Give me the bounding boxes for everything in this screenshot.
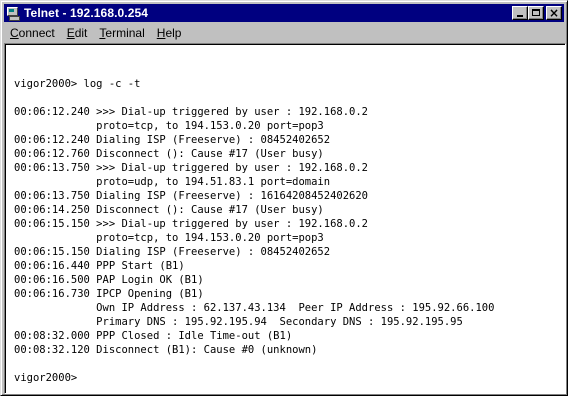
title-buttons: × (512, 6, 562, 20)
close-button[interactable]: × (546, 6, 562, 20)
terminal-line: 00:06:14.250 Disconnect (): Cause #17 (U… (14, 204, 324, 216)
terminal-line: 00:06:16.730 IPCP Opening (B1) (14, 288, 204, 300)
terminal-line: proto=tcp, to 194.153.0.20 port=pop3 (14, 232, 324, 244)
terminal-line: 00:06:15.150 Dialing ISP (Freeserve) : 0… (14, 246, 331, 258)
terminal-line: 00:06:13.750 >>> Dial-up triggered by us… (14, 162, 369, 174)
minimize-icon (517, 15, 523, 17)
maximize-button[interactable] (528, 6, 544, 20)
terminal-line: Own IP Address : 62.137.43.134 Peer IP A… (14, 302, 495, 314)
menu-terminal[interactable]: Terminal (93, 24, 150, 42)
terminal-line: 00:06:12.760 Disconnect (): Cause #17 (U… (14, 148, 324, 160)
terminal-output: vigor2000> log -c -t 00:06:12.240 >>> Di… (14, 77, 494, 385)
terminal-line: proto=tcp, to 194.153.0.20 port=pop3 (14, 120, 324, 132)
terminal-line: 00:06:15.150 >>> Dial-up triggered by us… (14, 218, 369, 230)
menu-edit[interactable]: Edit (61, 24, 94, 42)
title-bar[interactable]: Telnet - 192.168.0.254 × (4, 4, 564, 22)
terminal-line: 00:08:32.120 Disconnect (B1): Cause #0 (… (14, 344, 318, 356)
maximize-icon (532, 9, 540, 16)
menu-help[interactable]: Help (151, 24, 188, 42)
terminal-line: 00:06:16.440 PPP Start (B1) (14, 260, 185, 272)
telnet-computer-icon[interactable] (6, 6, 20, 21)
menu-bar: Connect Edit Terminal Help (4, 23, 564, 42)
terminal-line: vigor2000> log -c -t (14, 78, 141, 90)
terminal-line: proto=udp, to 194.51.83.1 port=domain (14, 176, 331, 188)
menu-connect[interactable]: Connect (4, 24, 61, 42)
terminal-line: 00:06:13.750 Dialing ISP (Freeserve) : 1… (14, 190, 369, 202)
terminal-line: 00:06:16.500 PAP Login OK (B1) (14, 274, 204, 286)
terminal-prompt: vigor2000> (14, 372, 78, 384)
close-icon: × (548, 6, 560, 20)
window-title: Telnet - 192.168.0.254 (24, 6, 149, 20)
terminal-line: 00:08:32.000 PPP Closed : Idle Time-out … (14, 330, 293, 342)
terminal-screen[interactable]: vigor2000> log -c -t 00:06:12.240 >>> Di… (4, 43, 566, 394)
terminal-line: 00:06:12.240 Dialing ISP (Freeserve) : 0… (14, 134, 331, 146)
minimize-button[interactable] (512, 6, 528, 20)
terminal-line: Primary DNS : 195.92.195.94 Secondary DN… (14, 316, 463, 328)
terminal-line: 00:06:12.240 >>> Dial-up triggered by us… (14, 106, 369, 118)
telnet-window: Telnet - 192.168.0.254 × Connect Edit Te… (0, 0, 568, 396)
